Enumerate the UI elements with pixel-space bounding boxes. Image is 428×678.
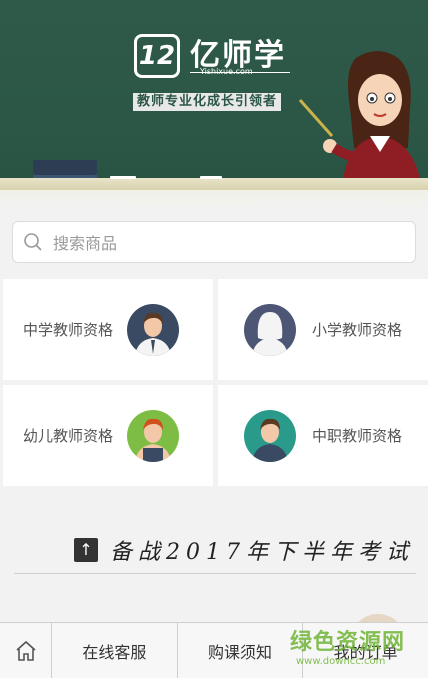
search-icon <box>24 233 42 251</box>
watermark-text: 绿色资源网 <box>290 630 406 655</box>
banner-fade <box>0 190 428 210</box>
brand-domain: Yishixue.com <box>200 67 253 76</box>
slogan: 教师专业化成长引领者 <box>133 93 282 111</box>
tab-online-service[interactable]: 在线客服 <box>52 623 178 678</box>
header-banner: 12 亿师学 Yishixue.com 教师专业化成长引领者 <box>0 0 428 210</box>
search-input[interactable]: 搜索商品 <box>53 230 117 254</box>
blackboard-ledge <box>0 178 428 190</box>
category-primary-school-teacher[interactable]: 小学教师资格 <box>218 279 428 380</box>
arrow-up-icon: ↑ <box>74 538 98 562</box>
category-vocational-teacher[interactable]: 中职教师资格 <box>218 385 428 486</box>
category-middle-school-teacher[interactable]: 中学教师资格 <box>3 279 213 380</box>
category-label: 小学教师资格 <box>312 321 403 339</box>
watermark: 绿色资源网 www.downcc.com <box>290 624 420 674</box>
blackboard-eraser <box>33 160 97 180</box>
home-button[interactable] <box>0 623 52 678</box>
logo-mark: 12 <box>138 41 176 71</box>
teacher-illustration <box>298 51 422 188</box>
chalk <box>110 176 136 179</box>
category-label: 中职教师资格 <box>312 427 403 445</box>
vocational-teacher-avatar <box>244 409 296 462</box>
male-teacher-avatar <box>127 303 180 356</box>
brand-logo: 12 <box>134 34 180 78</box>
category-label: 中学教师资格 <box>23 321 114 339</box>
female-teacher-avatar <box>244 303 296 356</box>
kindergarten-teacher-avatar <box>127 409 180 462</box>
search-bar[interactable]: 搜索商品 <box>12 221 416 263</box>
home-icon <box>15 640 36 661</box>
section-title: 备战2017年下半年考试 <box>110 540 414 565</box>
tab-purchase-notice[interactable]: 购课须知 <box>178 623 304 678</box>
category-kindergarten-teacher[interactable]: 幼儿教师资格 <box>3 385 213 486</box>
category-label: 幼儿教师资格 <box>23 427 114 445</box>
watermark-url: www.downcc.com <box>296 656 386 667</box>
section-header: ↑ 备战2017年下半年考试 <box>14 528 416 574</box>
chalk <box>200 176 222 179</box>
